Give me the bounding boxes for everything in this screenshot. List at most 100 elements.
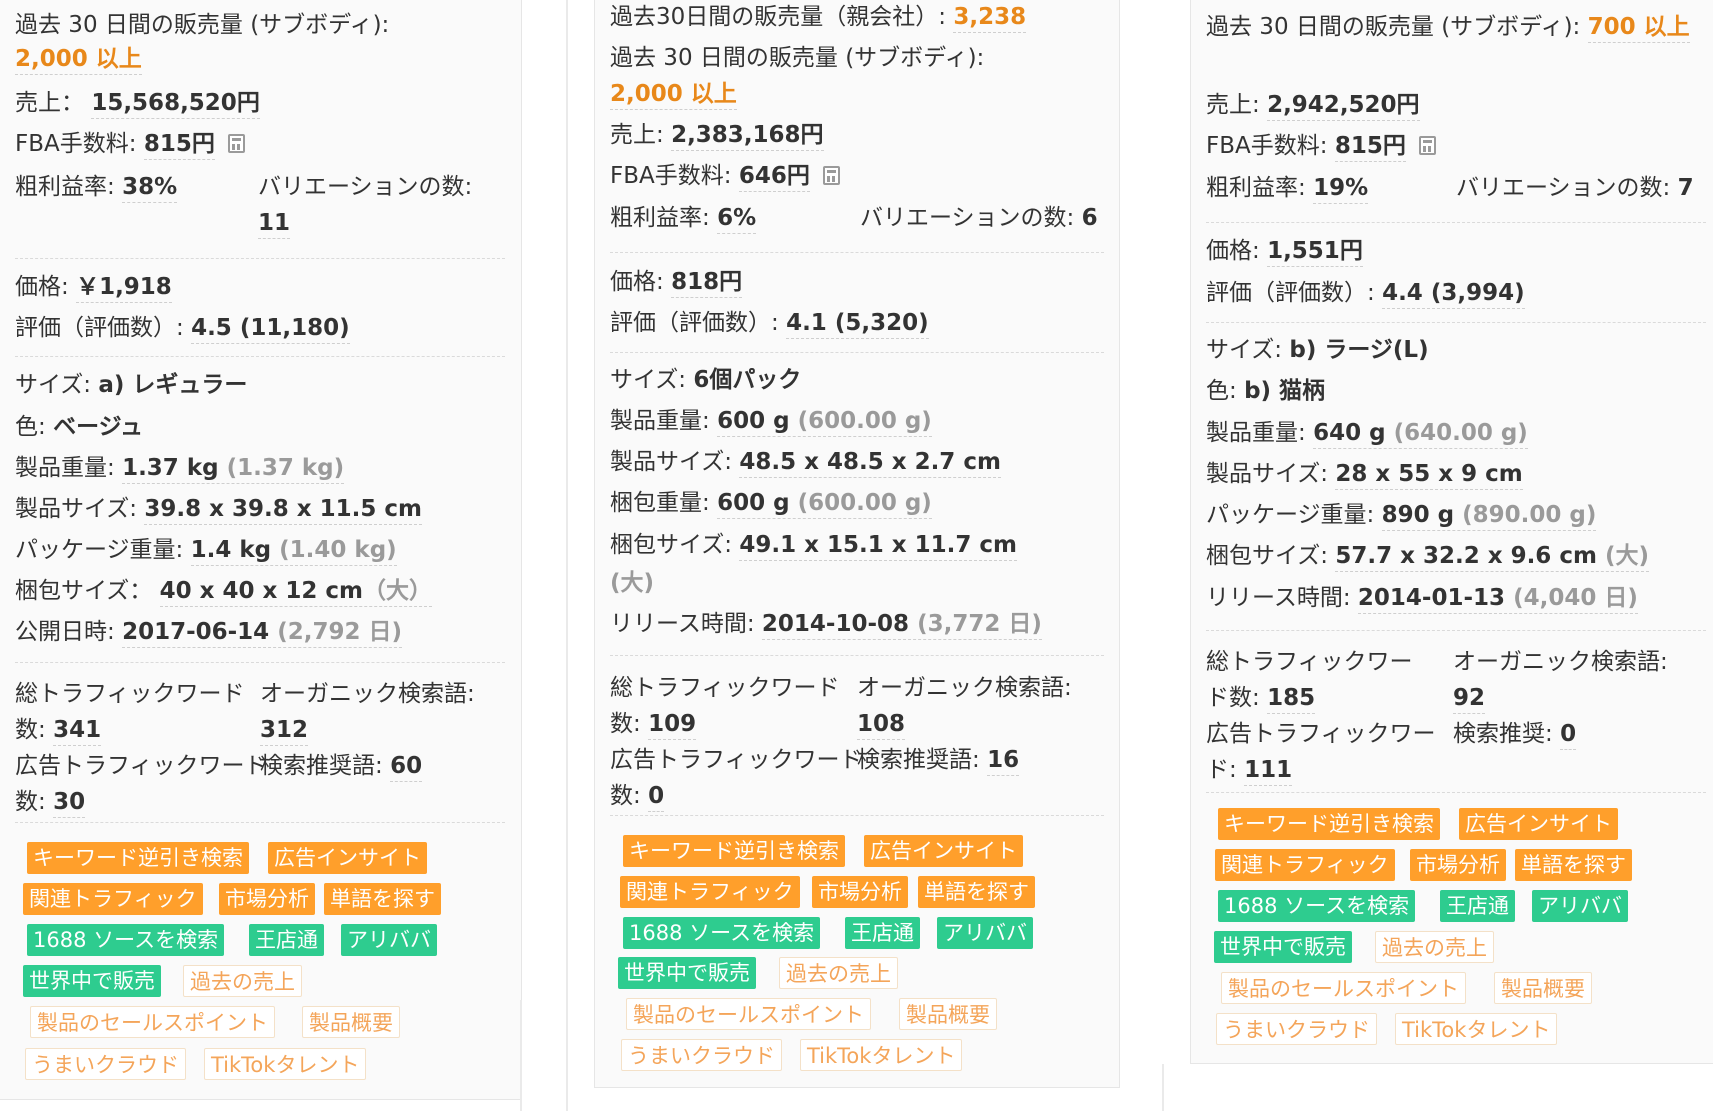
calculator-icon[interactable] <box>1419 136 1437 155</box>
tag-umai-cloud[interactable]: うまいクラウド <box>621 1039 782 1071</box>
tag-market-analysis[interactable]: 市場分析 <box>1410 849 1506 881</box>
tag-find-words[interactable]: 単語を探す <box>918 876 1035 908</box>
tag-umai-cloud[interactable]: うまいクラウド <box>1216 1013 1377 1045</box>
tag-umai-cloud[interactable]: うまいクラウド <box>25 1048 186 1080</box>
rating-value: 4.4 (3,994) <box>1382 280 1525 309</box>
size-value: a) レギュラー <box>98 372 248 398</box>
tag-product-overview[interactable]: 製品概要 <box>302 1006 400 1038</box>
organic-words: オーガニック検索語: 312 <box>260 676 500 748</box>
tag-product-overview[interactable]: 製品概要 <box>1494 972 1592 1004</box>
margin-row: 粗利益率: 6% <box>610 205 757 234</box>
tag-ad-insight[interactable]: 広告インサイト <box>268 842 427 874</box>
price-value: 1,551円 <box>1267 238 1363 267</box>
tag-market-analysis[interactable]: 市場分析 <box>812 876 908 908</box>
tag-tiktok-talent[interactable]: TikTokタレント <box>800 1039 963 1071</box>
tag-selling-points[interactable]: 製品のセールスポイント <box>30 1006 275 1038</box>
ad-value: 30 <box>53 789 86 818</box>
tag-wangdiantong[interactable]: 王店通 <box>845 917 920 949</box>
tag-alibaba[interactable]: アリババ <box>1532 890 1628 922</box>
pkg-weight-row: 梱包重量: 600 g (600.00 g) <box>610 490 932 519</box>
variations-label-row: バリエーションの数: <box>258 176 472 199</box>
size-label: サイズ: <box>1206 337 1283 363</box>
tag-sell-worldwide[interactable]: 世界中で販売 <box>1214 931 1352 963</box>
pkg-weight-metric: (1.40 kg) <box>279 537 397 563</box>
pkg-size-label: 梱包サイズ: <box>1206 543 1329 569</box>
ad-words: 広告トラフィックワード数: 30 <box>15 748 275 820</box>
variations-label: バリエーションの数: <box>860 205 1075 231</box>
recommended-value: 60 <box>390 753 423 782</box>
revenue-label: 売上: <box>610 122 664 148</box>
separator <box>15 258 505 259</box>
tag-wangdiantong[interactable]: 王店通 <box>249 924 324 956</box>
pkg-size-row: 梱包サイズ： 40 x 40 x 12 cm（大） <box>15 578 432 607</box>
weight-label: 製品重量: <box>610 408 710 434</box>
sales-30d-value-row: 2,000 以上 <box>610 81 737 110</box>
rating-value: 4.5 (11,180) <box>191 315 350 344</box>
divider <box>566 0 568 1111</box>
tag-find-words[interactable]: 単語を探す <box>324 883 441 915</box>
tag-keyword-reverse-search[interactable]: キーワード逆引き検索 <box>623 835 845 867</box>
price-label: 価格: <box>1206 238 1260 264</box>
separator <box>1206 222 1706 223</box>
traffic-label: 総トラフィックワード数: <box>15 681 245 743</box>
tag-ad-insight[interactable]: 広告インサイト <box>1459 808 1618 840</box>
tag-keyword-reverse-search[interactable]: キーワード逆引き検索 <box>1218 808 1440 840</box>
tag-sell-worldwide[interactable]: 世界中で販売 <box>23 965 161 997</box>
margin-label: 粗利益率: <box>1206 175 1306 201</box>
separator <box>15 356 505 357</box>
color-row: 色: b) 猫柄 <box>1206 380 1325 403</box>
pkg-weight-value: 1.4 kg (1.40 kg) <box>190 537 397 566</box>
tag-selling-points[interactable]: 製品のセールスポイント <box>626 998 871 1030</box>
margin-row: 粗利益率: 19% <box>1206 175 1369 204</box>
tag-past-sales[interactable]: 過去の売上 <box>183 965 302 997</box>
tag-tiktok-talent[interactable]: TikTokタレント <box>204 1048 367 1080</box>
organic-label: オーガニック検索語: <box>857 675 1072 701</box>
weight-label: 製品重量: <box>1206 420 1306 446</box>
ad-value: 0 <box>648 783 665 812</box>
recommended-label: 検索推奨語: <box>857 747 980 773</box>
rating-value: 4.1 (5,320) <box>786 310 929 339</box>
tag-alibaba[interactable]: アリババ <box>937 917 1033 949</box>
margin-label: 粗利益率: <box>15 174 115 200</box>
weight-row: 製品重量: 640 g (640.00 g) <box>1206 420 1528 449</box>
tag-selling-points[interactable]: 製品のセールスポイント <box>1221 972 1466 1004</box>
tag-past-sales[interactable]: 過去の売上 <box>779 957 898 989</box>
revenue-label: 売上： <box>15 90 84 116</box>
tag-find-words[interactable]: 単語を探す <box>1515 849 1632 881</box>
variations-label: バリエーションの数: <box>1456 175 1671 201</box>
calculator-icon[interactable] <box>228 134 246 153</box>
traffic-label: 総トラフィックワード数: <box>610 675 840 737</box>
tag-market-analysis[interactable]: 市場分析 <box>219 883 315 915</box>
price-value: 818円 <box>671 269 743 298</box>
tag-wangdiantong[interactable]: 王店通 <box>1440 890 1515 922</box>
tag-sell-worldwide[interactable]: 世界中で販売 <box>618 957 756 989</box>
calculator-icon[interactable] <box>823 166 841 185</box>
fba-fee-label: FBA手数料: <box>610 163 732 189</box>
tag-tiktok-talent[interactable]: TikTokタレント <box>1395 1013 1558 1045</box>
tag-1688-source-search[interactable]: 1688 ソースを検索 <box>27 924 225 956</box>
pkg-weight-label: パッケージ重量: <box>1206 502 1375 528</box>
fba-fee-value: 646円 <box>738 163 810 192</box>
organic-label: オーガニック検索語: <box>260 681 475 707</box>
pkg-weight-metric: (600.00 g) <box>797 490 932 516</box>
tag-related-traffic[interactable]: 関連トラフィック <box>23 883 203 915</box>
tag-past-sales[interactable]: 過去の売上 <box>1375 931 1494 963</box>
tag-product-overview[interactable]: 製品概要 <box>899 998 997 1030</box>
tag-keyword-reverse-search[interactable]: キーワード逆引き検索 <box>27 842 249 874</box>
sales-30d-value: 700 以上 <box>1587 14 1690 43</box>
pkg-weight-value: 890 g (890.00 g) <box>1381 502 1597 531</box>
tag-1688-source-search[interactable]: 1688 ソースを検索 <box>1218 890 1416 922</box>
pkg-weight-metric: (890.00 g) <box>1462 502 1597 528</box>
weight-metric: (600.00 g) <box>797 408 932 434</box>
fba-fee-label: FBA手数料: <box>15 131 137 157</box>
tag-related-traffic[interactable]: 関連トラフィック <box>1215 849 1395 881</box>
variations-label: バリエーションの数: <box>258 174 473 200</box>
tag-1688-source-search[interactable]: 1688 ソースを検索 <box>623 917 821 949</box>
recommended-label: 検索推奨語: <box>260 753 383 779</box>
tag-alibaba[interactable]: アリババ <box>341 924 437 956</box>
rating-label: 評価（評価数）: <box>610 310 779 336</box>
tag-ad-insight[interactable]: 広告インサイト <box>864 835 1023 867</box>
recommended-words: 検索推奨語: 16 <box>857 742 1097 778</box>
price-label: 価格: <box>610 269 664 295</box>
tag-related-traffic[interactable]: 関連トラフィック <box>620 876 800 908</box>
